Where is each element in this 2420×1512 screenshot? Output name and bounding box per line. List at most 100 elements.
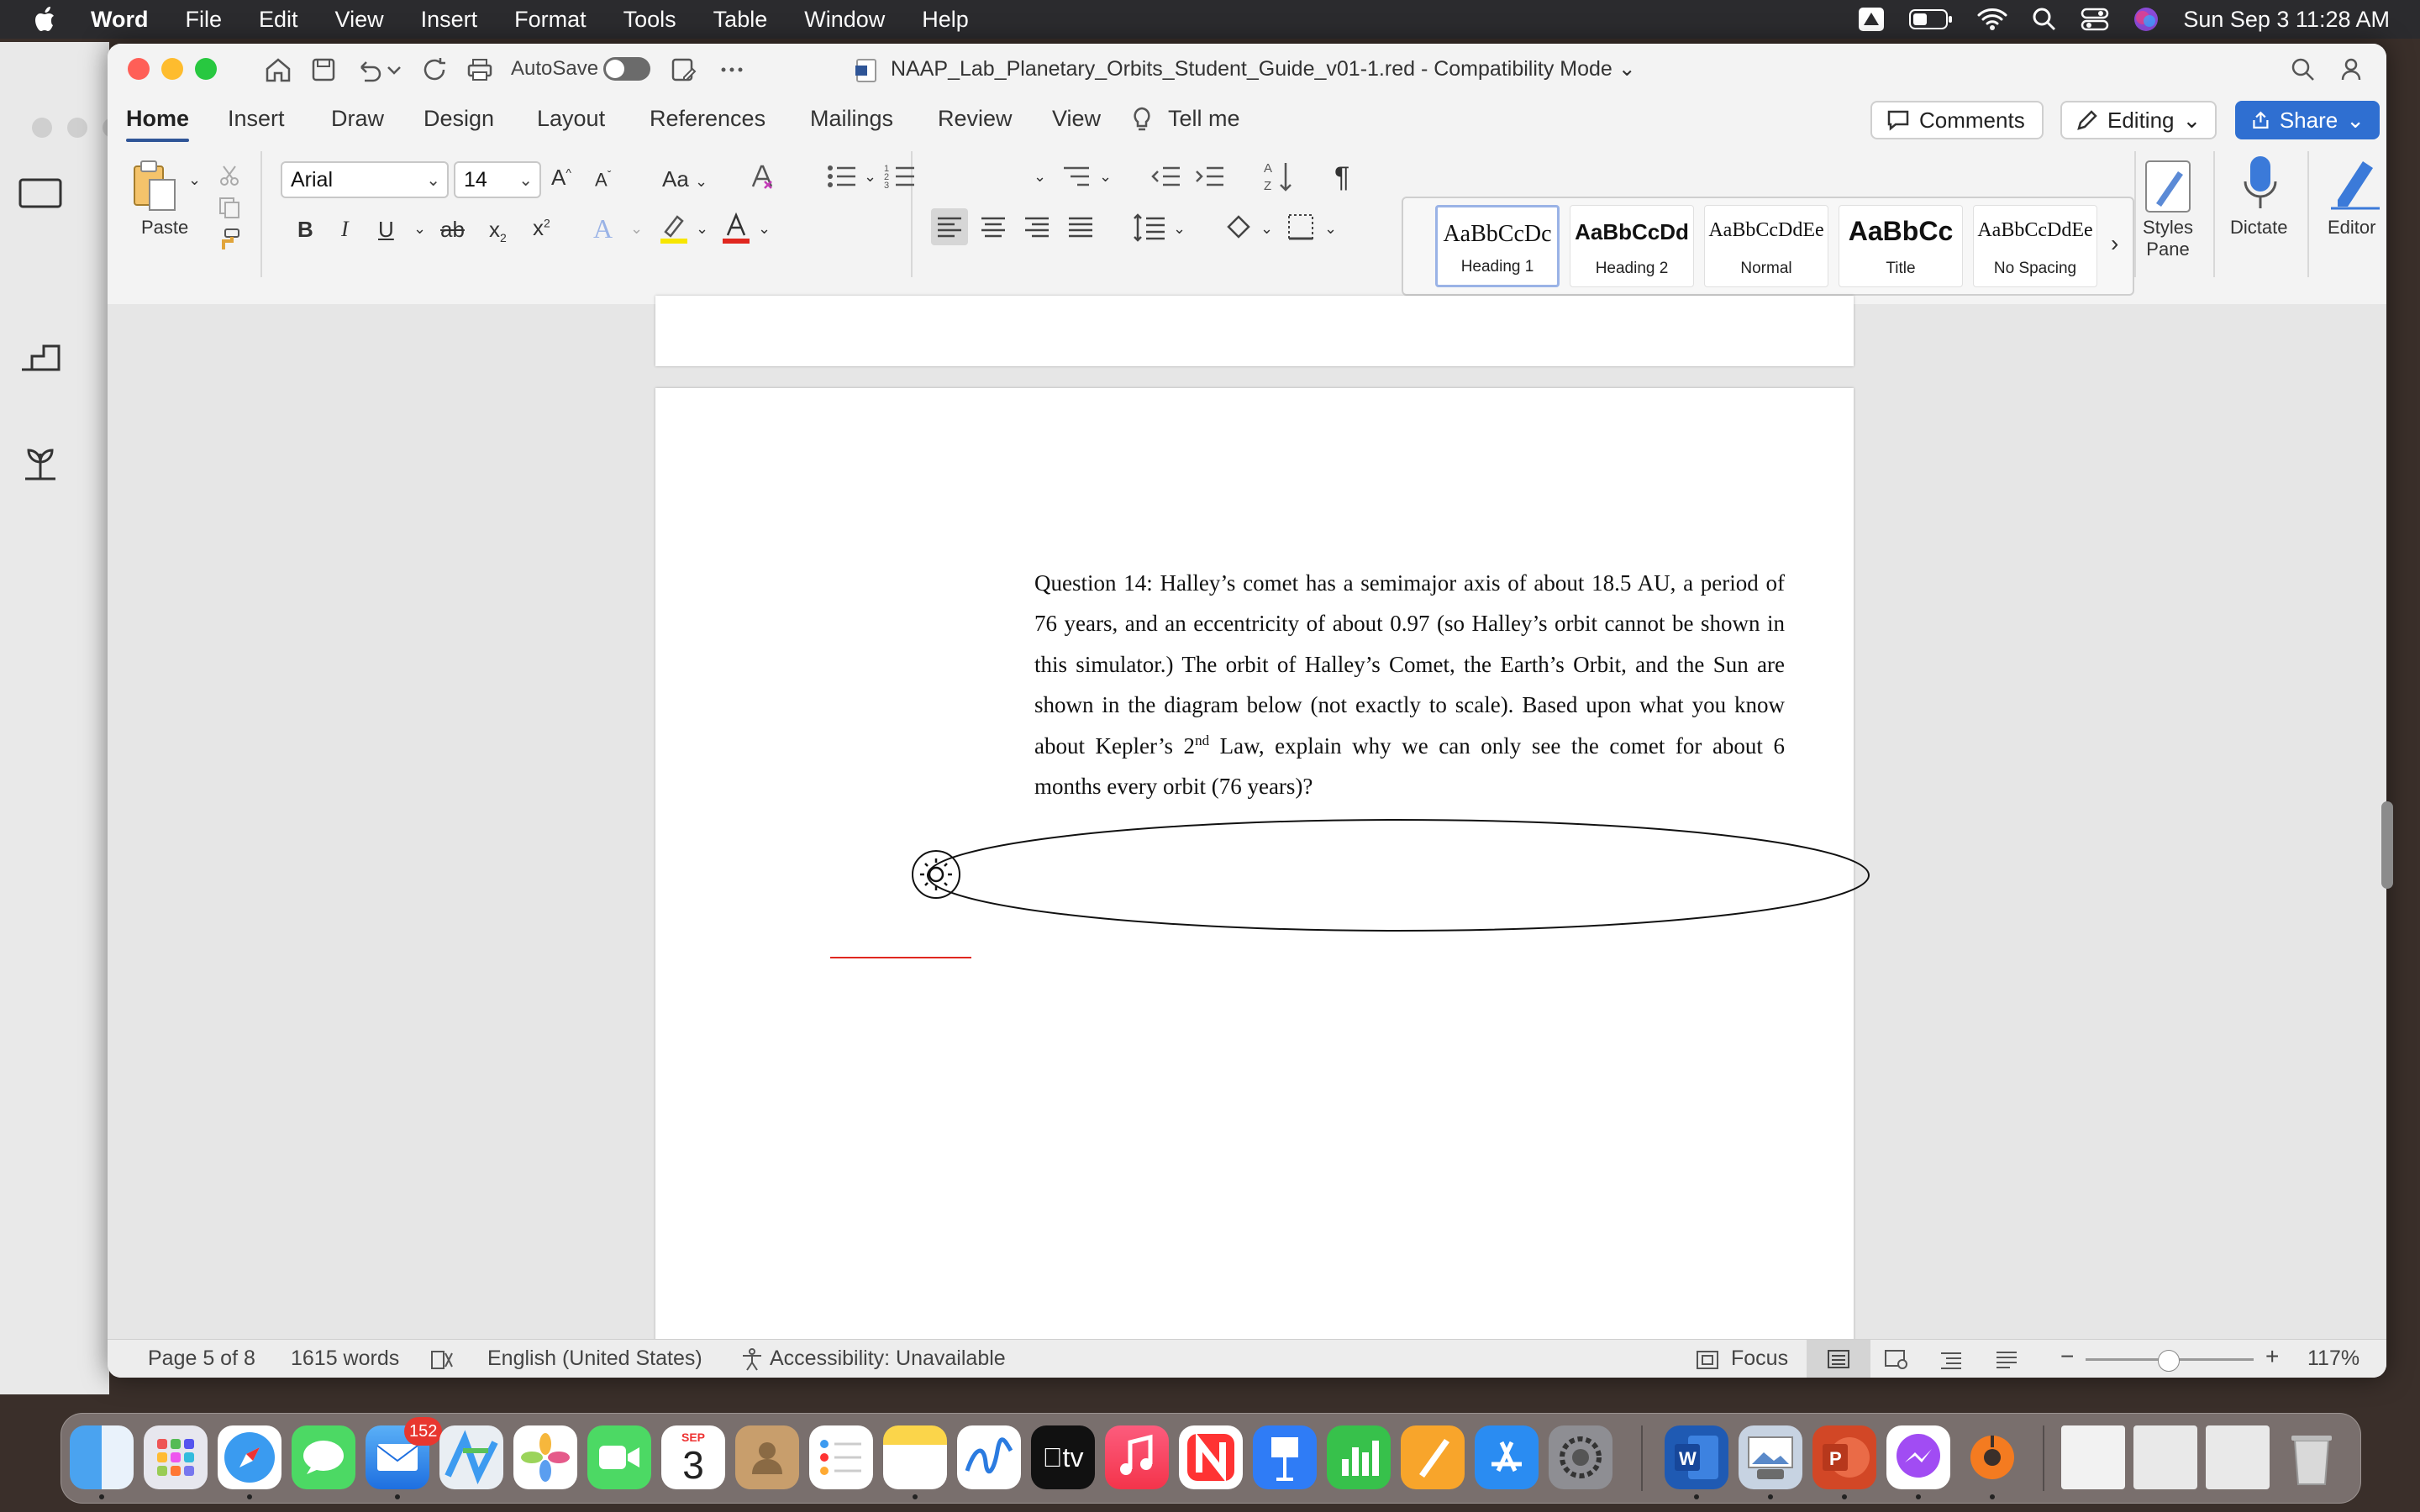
align-center-icon[interactable] — [975, 208, 1012, 245]
bold-icon[interactable]: B — [297, 217, 313, 243]
close-window-button[interactable] — [128, 58, 150, 80]
style-heading-2[interactable]: AaBbCcDd Heading 2 — [1570, 205, 1694, 287]
zoom-in-button[interactable]: + — [2265, 1343, 2279, 1370]
messages-icon[interactable] — [292, 1425, 355, 1489]
print-icon[interactable] — [466, 55, 494, 84]
styles-gallery-next-icon[interactable]: › — [2111, 230, 2118, 257]
notes-icon[interactable] — [883, 1425, 947, 1489]
borders-icon[interactable] — [1282, 208, 1319, 245]
cut-icon[interactable] — [217, 163, 242, 188]
style-title[interactable]: AaBbCc Title — [1839, 205, 1963, 287]
draft-view-icon[interactable] — [1993, 1348, 2020, 1370]
dictate-label[interactable]: Dictate — [2230, 217, 2287, 239]
messenger-icon[interactable] — [1886, 1425, 1950, 1489]
document-title[interactable]: NAAP_Lab_Planetary_Orbits_Student_Guide_… — [891, 56, 1636, 81]
account-icon[interactable] — [2334, 55, 2363, 84]
music-icon[interactable] — [1105, 1425, 1169, 1489]
change-case-button[interactable]: Aa ⌄ — [662, 166, 708, 192]
apple-tv-icon[interactable]: tv — [1031, 1425, 1095, 1489]
battery-icon[interactable] — [1909, 7, 1953, 32]
show-formatting-marks-icon[interactable]: ¶ — [1334, 161, 1349, 194]
apple-menu-icon[interactable] — [29, 3, 62, 36]
clear-formatting-icon[interactable] — [748, 163, 776, 192]
menubar-clock[interactable]: Sun Sep 3 11:28 AM — [2183, 7, 2390, 33]
title-chevron-down-icon[interactable]: ⌄ — [1618, 57, 1636, 81]
accessibility-status[interactable]: Accessibility: Unavailable — [770, 1347, 1006, 1371]
save-icon[interactable] — [309, 55, 338, 84]
menu-help[interactable]: Help — [922, 7, 969, 33]
zoom-out-button[interactable]: − — [2060, 1343, 2074, 1370]
underline-icon[interactable]: U — [378, 217, 394, 243]
numbers-icon[interactable] — [1327, 1425, 1391, 1489]
grow-font-icon[interactable]: A^ — [551, 165, 571, 191]
strikethrough-icon[interactable]: ab — [440, 217, 465, 243]
vertical-scrollbar-thumb[interactable] — [2381, 801, 2393, 889]
documents-stack-icon[interactable] — [2206, 1425, 2270, 1489]
news-icon[interactable] — [1179, 1425, 1243, 1489]
font-color-icon[interactable] — [719, 212, 753, 245]
comments-button[interactable]: Comments — [1870, 101, 2044, 139]
numbering-icon[interactable]: 123 — [884, 160, 918, 193]
styles-pane-label[interactable]: Styles Pane — [2141, 217, 2195, 260]
recent-document-icon[interactable] — [2061, 1425, 2125, 1489]
decrease-indent-icon[interactable] — [1150, 160, 1183, 193]
tab-view[interactable]: View — [1052, 106, 1101, 132]
web-layout-icon[interactable] — [1882, 1348, 1909, 1370]
app-store-icon[interactable] — [1475, 1425, 1539, 1489]
word-dock-icon[interactable]: W — [1665, 1425, 1728, 1489]
line-spacing-chevron-icon[interactable]: ⌄ — [1173, 220, 1186, 238]
calendar-icon[interactable]: SEP 3 — [661, 1425, 725, 1489]
style-no-spacing[interactable]: AaBbCcDdEe No Spacing — [1973, 205, 2097, 287]
reminders-icon[interactable] — [809, 1425, 873, 1489]
more-options-icon[interactable] — [718, 55, 746, 84]
styles-pane-icon[interactable] — [2141, 156, 2195, 217]
font-color-chevron-down-icon[interactable]: ⌄ — [758, 220, 771, 238]
subscript-icon[interactable]: x2 — [489, 217, 507, 244]
launchpad-icon[interactable] — [144, 1425, 208, 1489]
text-effects-icon[interactable]: A — [593, 213, 613, 244]
tab-insert[interactable]: Insert — [228, 106, 285, 132]
home-icon[interactable] — [264, 55, 292, 84]
maps-icon[interactable] — [439, 1425, 503, 1489]
vlc-player-icon[interactable] — [1960, 1425, 2024, 1489]
drive-status-icon[interactable] — [1857, 5, 1886, 34]
halley-orbit-diagram[interactable] — [797, 766, 1889, 984]
contacts-icon[interactable] — [735, 1425, 799, 1489]
photos-icon[interactable] — [513, 1425, 577, 1489]
preview-icon[interactable] — [1739, 1425, 1802, 1489]
siri-icon[interactable] — [2133, 6, 2160, 33]
editor-label[interactable]: Editor — [2328, 217, 2375, 239]
zoom-slider-thumb[interactable] — [2158, 1350, 2180, 1372]
wifi-icon[interactable] — [1976, 7, 2008, 32]
align-right-icon[interactable] — [1018, 208, 1055, 245]
italic-icon[interactable]: I — [341, 217, 349, 242]
proofing-icon[interactable] — [429, 1348, 455, 1372]
highlight-chevron-down-icon[interactable]: ⌄ — [696, 220, 708, 238]
justify-icon[interactable] — [1062, 208, 1099, 245]
pages-icon[interactable] — [1401, 1425, 1465, 1489]
menu-view[interactable]: View — [335, 7, 384, 33]
menu-window[interactable]: Window — [804, 7, 885, 33]
tab-design[interactable]: Design — [424, 106, 494, 132]
focus-icon[interactable] — [1694, 1348, 1721, 1372]
paste-label[interactable]: Paste — [141, 217, 188, 239]
tab-layout[interactable]: Layout — [537, 106, 605, 132]
tab-references[interactable]: References — [650, 106, 765, 132]
language-indicator[interactable]: English (United States) — [487, 1347, 702, 1371]
editing-mode-button[interactable]: Editing ⌄ — [2060, 101, 2217, 139]
previous-page[interactable] — [655, 296, 1854, 366]
format-painter-icon[interactable] — [217, 227, 242, 252]
line-spacing-icon[interactable] — [1131, 208, 1168, 245]
trash-icon[interactable] — [2280, 1425, 2344, 1489]
underline-chevron-down-icon[interactable]: ⌄ — [413, 220, 426, 238]
shading-icon[interactable] — [1222, 208, 1259, 245]
font-size-dropdown[interactable]: 14 ⌄ — [454, 161, 541, 198]
plant-icon[interactable] — [17, 437, 64, 484]
zoom-level[interactable]: 117% — [2307, 1347, 2360, 1371]
page-count[interactable]: Page 5 of 8 — [148, 1347, 255, 1371]
undo-icon[interactable] — [355, 55, 383, 84]
bullets-icon[interactable] — [825, 160, 859, 193]
powerpoint-icon[interactable]: P — [1812, 1425, 1876, 1489]
increase-indent-icon[interactable] — [1193, 160, 1227, 193]
tab-review[interactable]: Review — [938, 106, 1013, 132]
